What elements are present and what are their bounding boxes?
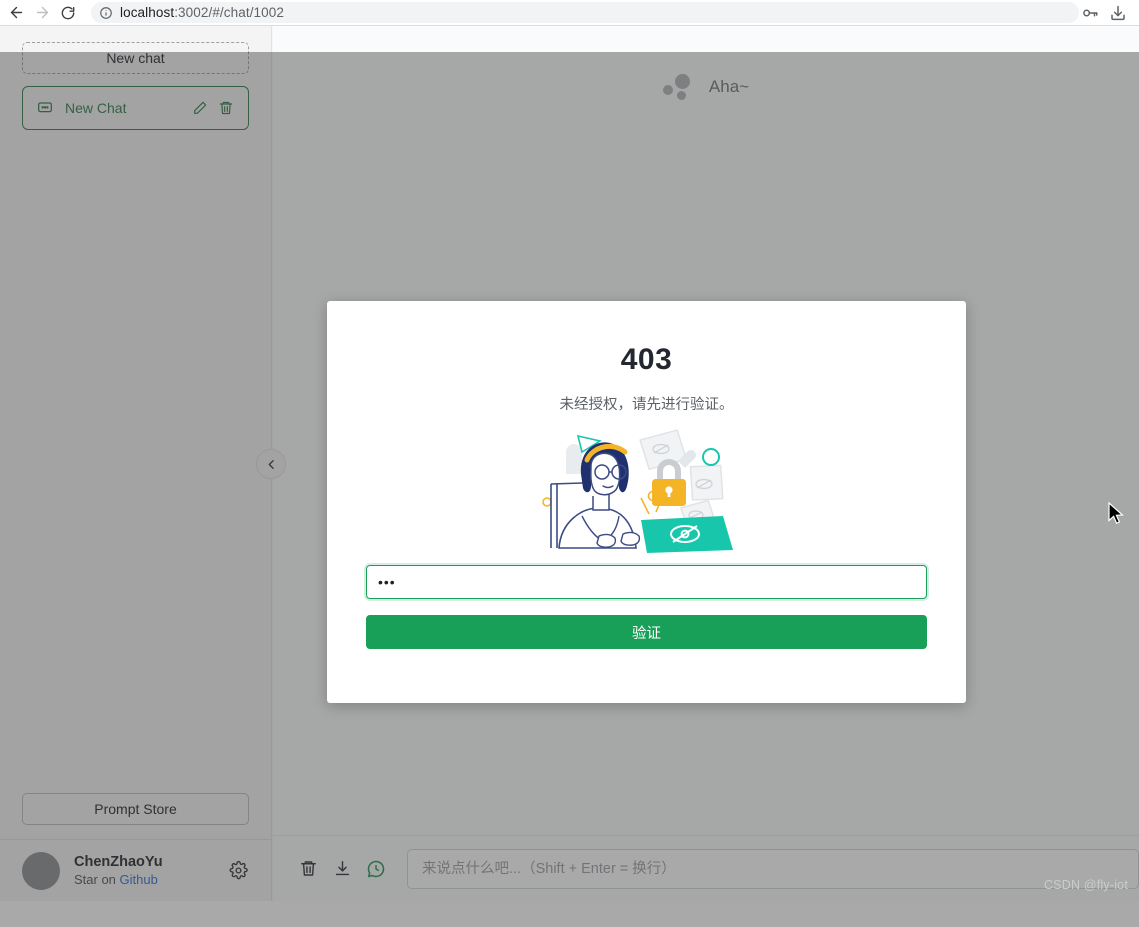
downloads-button[interactable] (1107, 2, 1129, 24)
download-icon (1109, 4, 1127, 22)
reload-icon (60, 5, 76, 21)
unauthorized-privacy-illustration (537, 424, 757, 554)
browser-forward-button[interactable] (29, 0, 55, 26)
verify-button[interactable]: 验证 (366, 615, 927, 649)
address-bar[interactable]: localhost:3002/#/chat/1002 (91, 2, 1079, 23)
modal-overlay: 403 未经授权，请先进行验证。 (0, 52, 1139, 927)
error-code: 403 (621, 343, 673, 377)
browser-back-button[interactable] (3, 0, 29, 26)
address-bar-url: localhost:3002/#/chat/1002 (120, 5, 284, 20)
mouse-cursor (1108, 502, 1125, 526)
unauthorized-modal: 403 未经授权，请先进行验证。 (327, 301, 966, 703)
key-icon (1081, 4, 1099, 22)
verify-secret-input[interactable] (366, 565, 927, 599)
watermark: CSDN @fly-iot (1044, 878, 1128, 892)
arrow-left-icon (8, 4, 25, 21)
password-key-button[interactable] (1079, 2, 1101, 24)
arrow-right-icon (34, 4, 51, 21)
url-path: :3002/#/chat/1002 (174, 5, 284, 20)
url-host: localhost (120, 5, 174, 20)
error-description: 未经授权，请先进行验证。 (560, 393, 734, 414)
browser-actions (1079, 2, 1139, 24)
browser-toolbar: localhost:3002/#/chat/1002 (0, 0, 1139, 26)
browser-reload-button[interactable] (55, 0, 81, 26)
info-circle-icon (99, 6, 113, 20)
app-root: New chat New Chat (0, 26, 1139, 901)
